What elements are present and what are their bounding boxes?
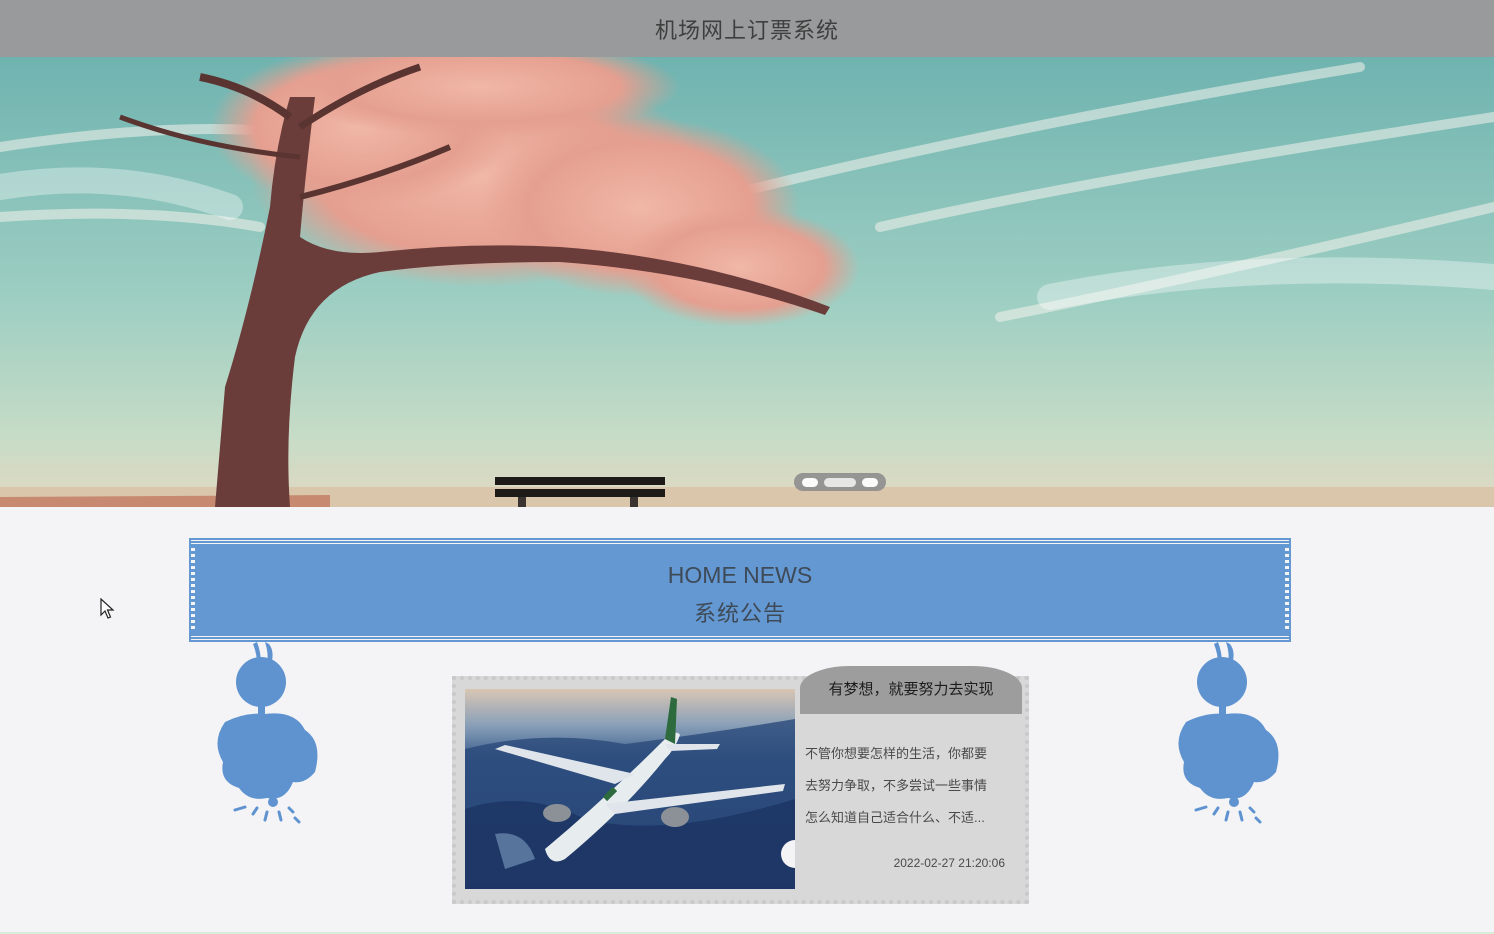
news-card-summary-line: 去努力争取，不多尝试一些事情: [805, 778, 988, 793]
bunny-ornament-icon: [1178, 642, 1279, 824]
news-card-summary-line: 不管你想要怎样的生活，你都要: [805, 746, 988, 761]
airplane-photo-icon: [465, 689, 795, 889]
hero-slide-image: [0, 57, 1494, 507]
news-card-title[interactable]: 有梦想，就要努力去实现: [800, 666, 1022, 714]
news-card-summary: 不管你想要怎样的生活，你都要 去努力争取，不多尝试一些事情 怎么知道自己适合什么…: [805, 738, 1010, 834]
carousel-indicator: [794, 473, 886, 491]
news-title-en: HOME NEWS: [667, 562, 813, 588]
mouse-cursor-icon: [100, 598, 115, 619]
hero-carousel[interactable]: [0, 57, 1494, 507]
carousel-dot-3[interactable]: [862, 477, 878, 487]
news-card-image[interactable]: [465, 689, 795, 889]
carousel-dot-2[interactable]: [823, 477, 857, 487]
news-card-date: 2022-02-27 21:20:06: [893, 856, 1005, 870]
site-title: 机场网上订票系统: [654, 17, 839, 43]
news-title-zh: 系统公告: [693, 601, 786, 626]
site-header: 机场网上订票系统: [0, 0, 1494, 57]
carousel-dot-1[interactable]: [802, 477, 818, 487]
news-section-banner: HOME NEWS 系统公告: [189, 538, 1291, 642]
bunny-ornament-icon: [217, 642, 318, 824]
news-card[interactable]: 有梦想，就要努力去实现 不管你想要怎样的生活，你都要 去努力争取，不多尝试一些事…: [452, 666, 1029, 904]
news-card-summary-line: 怎么知道自己适合什么、不适...: [805, 810, 985, 825]
